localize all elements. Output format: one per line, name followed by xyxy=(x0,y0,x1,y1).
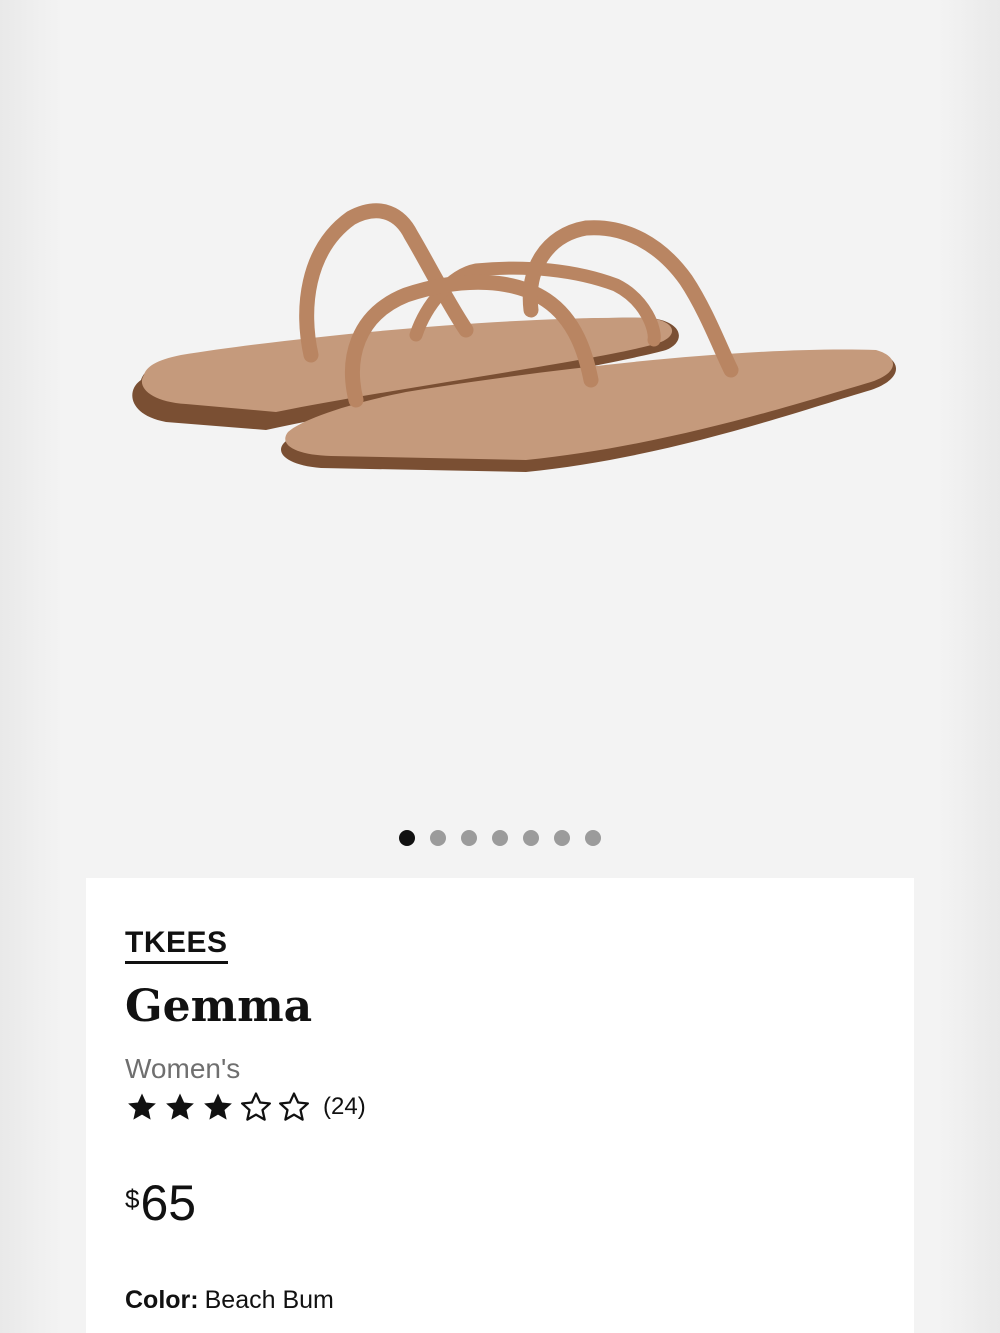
product-gender: Women's xyxy=(125,1053,241,1084)
product-image[interactable] xyxy=(106,190,896,490)
gallery-dot[interactable] xyxy=(585,830,601,846)
price-currency: $ xyxy=(125,1184,140,1214)
product-price: $ 65 xyxy=(125,1178,196,1228)
gallery-dot[interactable] xyxy=(461,830,477,846)
product-name: Gemma xyxy=(125,981,313,1032)
price-amount: 65 xyxy=(140,1175,197,1231)
gallery-dot[interactable] xyxy=(554,830,570,846)
brand-link[interactable]: TKEES xyxy=(125,926,228,964)
star-filled-icon xyxy=(128,1093,156,1120)
product-card: TKEES Gemma Women's (24) $ 65 Color: Beac… xyxy=(86,0,914,1333)
gallery-dot[interactable] xyxy=(523,830,539,846)
product-info: TKEES Gemma Women's (24) $ 65 Color: Beac… xyxy=(86,878,914,1333)
star-filled-icon xyxy=(204,1093,232,1120)
star-filled-icon xyxy=(166,1093,194,1120)
color-value: Beach Bum xyxy=(204,1286,334,1314)
selected-color: Color: Beach Bum xyxy=(125,1286,334,1315)
star-empty-icon xyxy=(240,1092,272,1121)
rating-summary[interactable]: (24) xyxy=(125,1090,366,1124)
gallery-dot[interactable] xyxy=(430,830,446,846)
review-count: (24) xyxy=(323,1093,366,1120)
gallery-dot[interactable] xyxy=(492,830,508,846)
gallery-pagination xyxy=(0,830,914,846)
gallery-dot[interactable] xyxy=(399,830,415,846)
product-gallery[interactable] xyxy=(86,0,914,878)
star-empty-icon xyxy=(278,1092,310,1121)
color-label: Color: xyxy=(125,1286,199,1314)
